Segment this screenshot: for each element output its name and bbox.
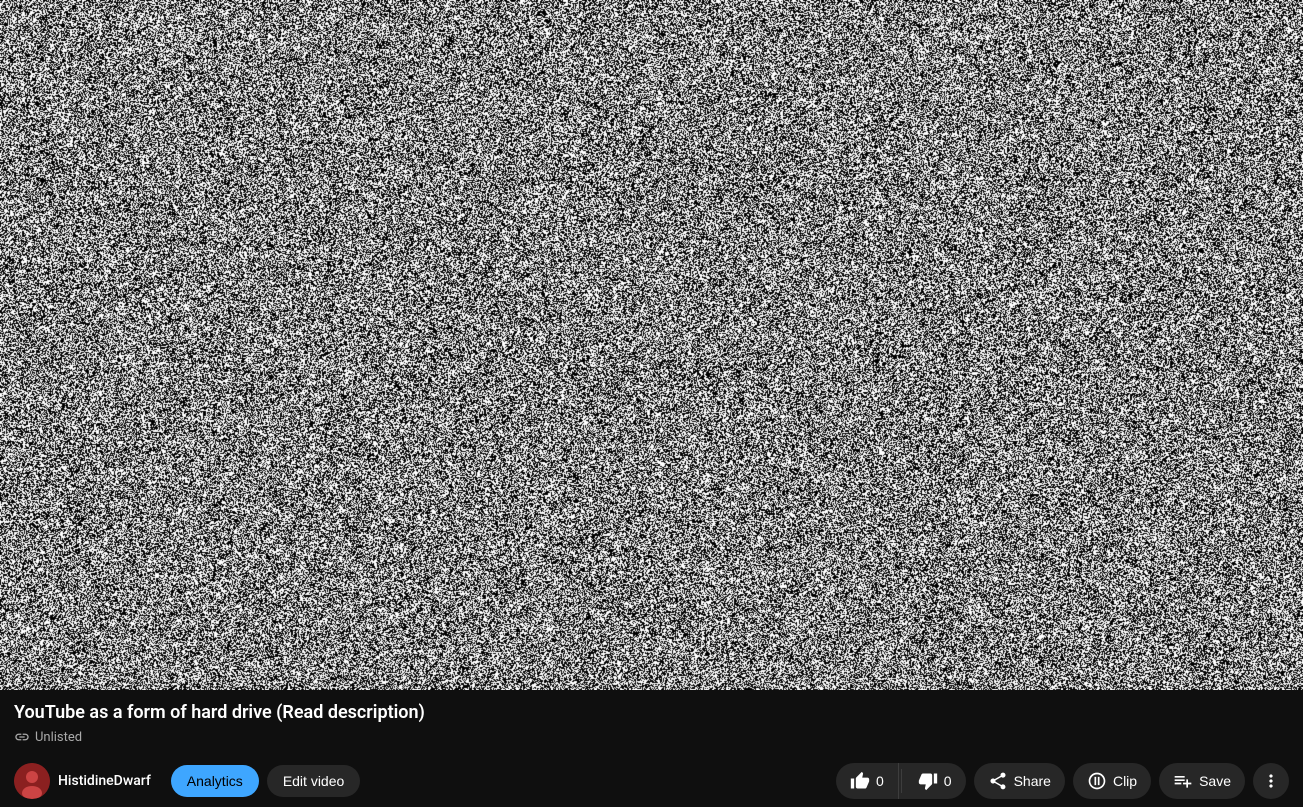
video-info-bar: YouTube as a form of hard drive (Read de… — [0, 690, 1303, 755]
analytics-button[interactable]: Analytics — [171, 765, 259, 797]
like-count: 0 — [876, 773, 884, 789]
like-dislike-group: 0 0 — [836, 763, 966, 799]
actions-bar: HistidineDwarf Analytics Edit video 0 0 — [0, 755, 1303, 807]
edit-video-button[interactable]: Edit video — [267, 765, 360, 797]
share-label: Share — [1014, 773, 1051, 789]
avatar-image — [14, 763, 50, 799]
like-button[interactable]: 0 — [836, 763, 899, 799]
clip-label: Clip — [1113, 773, 1137, 789]
more-options-button[interactable] — [1253, 763, 1289, 799]
like-icon — [850, 771, 870, 791]
video-noise-canvas — [0, 0, 1303, 690]
page-wrapper: YouTube as a form of hard drive (Read de… — [0, 0, 1303, 805]
dislike-count: 0 — [944, 773, 952, 789]
share-button[interactable]: Share — [974, 763, 1065, 799]
unlisted-badge: Unlisted — [14, 729, 82, 745]
dislike-button[interactable]: 0 — [904, 763, 966, 799]
save-button[interactable]: Save — [1159, 763, 1245, 799]
like-dislike-divider — [901, 769, 902, 793]
more-dots-icon — [1261, 771, 1281, 791]
dislike-icon — [918, 771, 938, 791]
video-title: YouTube as a form of hard drive (Read de… — [14, 700, 1289, 725]
clip-icon — [1087, 771, 1107, 791]
link-icon — [14, 729, 30, 745]
channel-name[interactable]: HistidineDwarf — [58, 773, 151, 789]
clip-button[interactable]: Clip — [1073, 763, 1151, 799]
unlisted-label: Unlisted — [35, 730, 82, 745]
save-label: Save — [1199, 773, 1231, 789]
video-player[interactable] — [0, 0, 1303, 690]
channel-avatar[interactable] — [14, 763, 50, 799]
share-icon — [988, 771, 1008, 791]
save-icon — [1173, 771, 1193, 791]
